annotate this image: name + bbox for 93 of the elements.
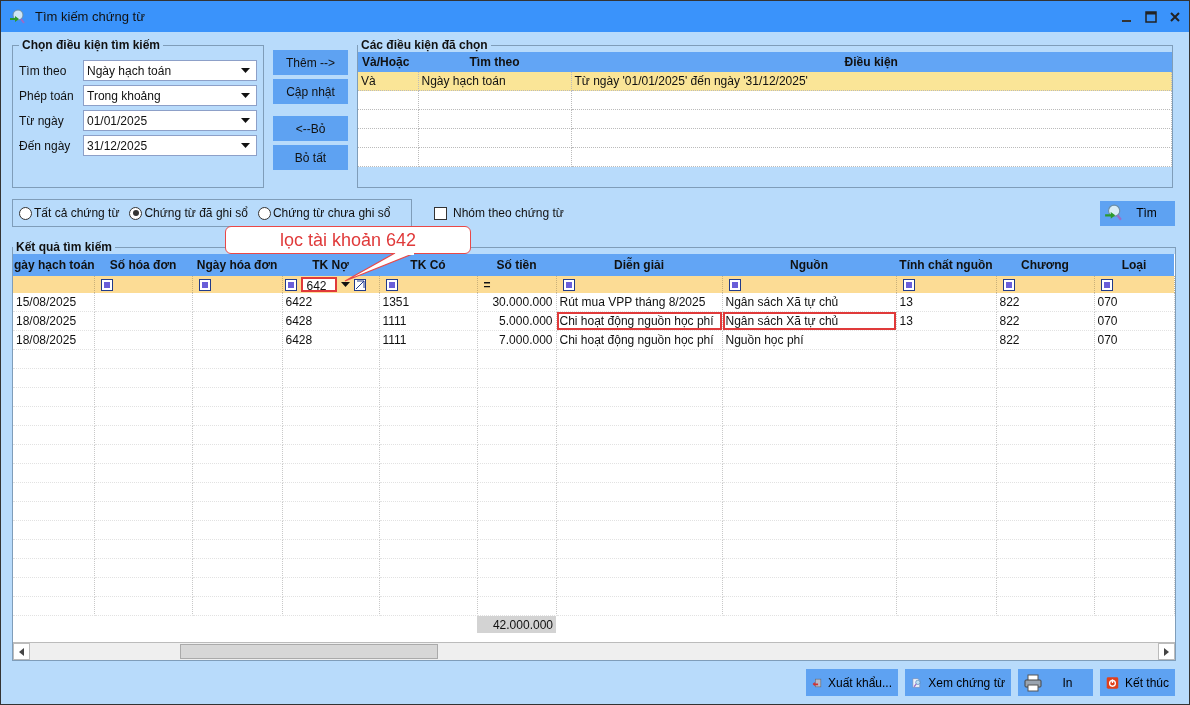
column-header: Ngày hóa đơn bbox=[192, 254, 282, 276]
column-header: Loại bbox=[1094, 254, 1174, 276]
dropdown-field[interactable]: Trong khoảng bbox=[83, 85, 257, 106]
group-title: Kết quả tìm kiếm bbox=[15, 240, 114, 254]
action-button[interactable]: <--Bỏ bbox=[273, 116, 348, 141]
maximize-icon[interactable] bbox=[1145, 10, 1157, 23]
column-header: gày hạch toán bbox=[13, 254, 94, 276]
field-label: Từ ngày bbox=[19, 113, 65, 128]
table-cell: 6428 bbox=[282, 311, 379, 331]
column-header: Nguồn bbox=[722, 254, 896, 276]
table-cell: Ngân sách Xã tự chủ bbox=[722, 293, 896, 312]
filter-icon[interactable] bbox=[562, 279, 575, 292]
printer-icon bbox=[1024, 673, 1042, 692]
table-cell: 6428 bbox=[282, 330, 379, 350]
table-cell: 1351 bbox=[379, 293, 477, 312]
filter-icon[interactable] bbox=[728, 279, 741, 292]
field-label: Đến ngày bbox=[19, 138, 72, 153]
footer-button[interactable]: Kết thúc bbox=[1100, 669, 1175, 696]
dropdown-field[interactable]: 31/12/2025 bbox=[83, 135, 257, 156]
table-cell: Từ ngày '01/01/2025' đến ngày '31/12/2025' bbox=[571, 72, 1172, 91]
search-icon bbox=[9, 8, 25, 25]
filter-icon[interactable] bbox=[385, 279, 398, 292]
table-cell: 30.000.000 bbox=[477, 293, 556, 312]
table-cell: 18/08/2025 bbox=[13, 311, 94, 331]
radio-option[interactable]: Tất cả chứng từ bbox=[19, 206, 120, 220]
table-cell: 1111 bbox=[379, 330, 477, 350]
table-cell: 18/08/2025 bbox=[13, 330, 94, 350]
filter-operator[interactable]: = bbox=[483, 277, 491, 292]
column-header: Tính chất nguồn bbox=[896, 254, 996, 276]
radio-option[interactable]: Chứng từ chưa ghi sổ bbox=[257, 206, 391, 220]
filter-icon[interactable] bbox=[284, 278, 297, 291]
total-amount: 42.000.000 bbox=[492, 617, 553, 632]
table-cell: Ngân sách Xã tự chủ bbox=[722, 311, 896, 331]
table-cell: 070 bbox=[1094, 293, 1174, 312]
caret-icon[interactable] bbox=[241, 118, 250, 123]
footer-button[interactable]: In bbox=[1018, 669, 1093, 696]
close-icon[interactable] bbox=[1169, 10, 1181, 23]
action-button[interactable]: Thêm --> bbox=[273, 50, 348, 75]
table-cell: 822 bbox=[996, 330, 1094, 350]
filter-input[interactable]: 642 bbox=[300, 277, 337, 292]
table-cell: 070 bbox=[1094, 311, 1174, 331]
column-header: Chương bbox=[996, 254, 1094, 276]
table-cell: Chi hoạt động nguồn học phí bbox=[556, 330, 722, 350]
checkbox-option[interactable]: Nhóm theo chứng từ bbox=[434, 206, 564, 220]
caret-icon[interactable] bbox=[241, 93, 250, 98]
action-button[interactable]: Cập nhật bbox=[273, 79, 348, 104]
column-header: TK Có bbox=[379, 254, 477, 276]
action-button[interactable]: Bỏ tất bbox=[273, 145, 348, 170]
field-label: Tìm theo bbox=[19, 63, 68, 78]
group-title: Chọn điều kiện tìm kiếm bbox=[21, 38, 162, 52]
column-header: Số hóa đơn bbox=[94, 254, 192, 276]
table-cell: Và bbox=[358, 72, 418, 91]
caret-icon[interactable] bbox=[241, 143, 250, 148]
table-cell: Ngày hạch toán bbox=[418, 72, 571, 91]
column-header: Điều kiện bbox=[571, 52, 1172, 72]
column-header: Số tiền bbox=[477, 254, 556, 276]
table-cell: 7.000.000 bbox=[477, 330, 556, 350]
radio-option[interactable]: Chứng từ đã ghi sổ bbox=[129, 206, 248, 220]
table-cell: 5.000.000 bbox=[477, 311, 556, 331]
table-cell: 13 bbox=[896, 293, 996, 312]
table-cell: 822 bbox=[996, 293, 1094, 312]
table-cell: 15/08/2025 bbox=[13, 293, 94, 312]
window-title: Tìm kiếm chứng từ bbox=[35, 9, 145, 24]
table-cell: 1111 bbox=[379, 311, 477, 331]
footer-button[interactable]: Xuất khẩu... bbox=[806, 669, 898, 696]
clear-filter-icon[interactable] bbox=[353, 278, 366, 291]
column-header: Và/Hoặc bbox=[358, 52, 418, 72]
scroll-left-icon[interactable] bbox=[19, 647, 24, 656]
dropdown-field[interactable]: 01/01/2025 bbox=[83, 110, 257, 131]
table-cell: 6422 bbox=[282, 293, 379, 312]
group-title: Các điều kiện đã chọn bbox=[360, 38, 489, 52]
column-header: Diễn giải bbox=[556, 254, 722, 276]
field-label: Phép toán bbox=[19, 88, 75, 103]
dropdown-field[interactable]: Ngày hạch toán bbox=[83, 60, 257, 81]
filter-icon[interactable] bbox=[1002, 279, 1015, 292]
search-button[interactable]: Tìm bbox=[1100, 200, 1175, 226]
filter-icon[interactable] bbox=[902, 279, 915, 292]
footer-button[interactable]: Xem chứng từ bbox=[905, 669, 1011, 696]
column-header: TK Nợ bbox=[282, 254, 379, 276]
table-cell: Rút mua VPP tháng 8/2025 bbox=[556, 293, 722, 312]
table-cell: 822 bbox=[996, 311, 1094, 331]
table-cell: Chi hoạt động nguồn học phí bbox=[556, 311, 722, 331]
scroll-right-icon[interactable] bbox=[1163, 647, 1169, 656]
table-cell: Nguồn học phí bbox=[722, 330, 896, 350]
search-icon bbox=[1104, 204, 1122, 222]
dropdown-icon[interactable] bbox=[340, 282, 350, 287]
caret-icon[interactable] bbox=[241, 68, 250, 73]
column-header: Tìm theo bbox=[418, 52, 571, 72]
filter-icon[interactable] bbox=[100, 279, 113, 292]
table-cell: 070 bbox=[1094, 330, 1174, 350]
filter-icon[interactable] bbox=[198, 279, 211, 292]
table-cell: 13 bbox=[896, 311, 996, 331]
filter-icon[interactable] bbox=[1100, 279, 1113, 292]
